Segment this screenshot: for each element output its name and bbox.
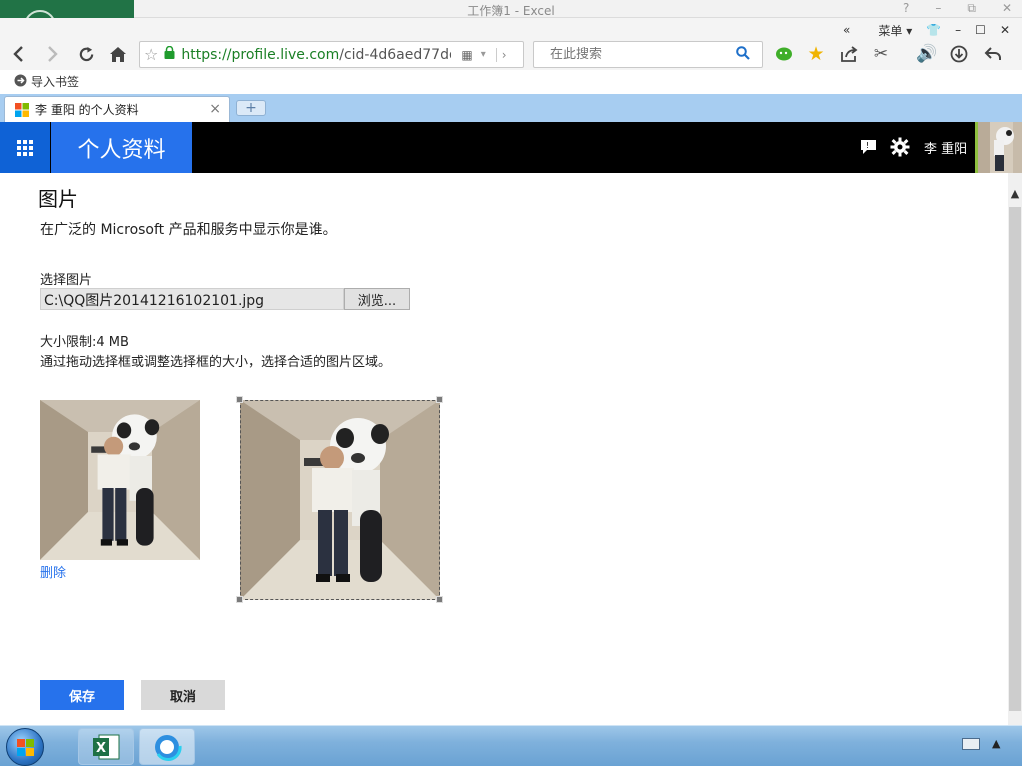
address-dropdown-icon[interactable]: ▾ xyxy=(481,49,486,60)
delete-picture-link[interactable]: 删除 xyxy=(40,562,66,581)
browser-maximize-button[interactable]: ☐ xyxy=(975,23,986,37)
undo-icon[interactable] xyxy=(982,43,1004,65)
file-path-field[interactable]: C:\QQ图片20141216102101.jpg xyxy=(40,288,344,310)
feedback-icon[interactable]: ! xyxy=(860,139,877,159)
save-button[interactable]: 保存 xyxy=(40,680,124,710)
home-icon[interactable] xyxy=(107,43,129,65)
browser-minimize-button[interactable]: – xyxy=(955,23,961,37)
crop-instruction: 通过拖动选择框或调整选择框的大小，选择合适的图片区域。 xyxy=(40,355,392,370)
browser-close-button[interactable]: ✕ xyxy=(1000,23,1010,37)
windows-taskbar: X ▲ xyxy=(0,725,1022,766)
crop-handle-top-right[interactable] xyxy=(436,396,443,403)
excel-restore-button[interactable]: ⧉ xyxy=(967,1,976,16)
volume-icon[interactable]: 🔊 xyxy=(916,43,938,65)
crop-handle-bottom-right[interactable] xyxy=(436,596,443,603)
brand-title[interactable]: 个人资料 xyxy=(51,122,192,173)
back-icon[interactable] xyxy=(8,43,30,65)
start-button[interactable] xyxy=(6,728,44,766)
crop-selection-frame[interactable] xyxy=(240,400,440,600)
excel-help-button[interactable]: ? xyxy=(903,1,909,16)
favorites-icon[interactable]: ★ xyxy=(805,43,827,65)
download-icon[interactable] xyxy=(948,43,970,65)
excel-window-controls: ? – ⧉ ✕ xyxy=(903,1,1012,16)
microsoft-logo-icon xyxy=(15,102,29,117)
lock-icon xyxy=(164,45,175,63)
address-bar[interactable]: ☆ https://profile.live.com/cid-4d6aed77d… xyxy=(139,41,524,68)
excel-minimize-button[interactable]: – xyxy=(935,1,941,16)
excel-window-title: 工作簿1 - Excel xyxy=(467,4,555,18)
excel-close-button[interactable]: ✕ xyxy=(1002,1,1012,16)
taskbar-excel[interactable]: X xyxy=(78,728,134,765)
browse-button[interactable]: 浏览... xyxy=(344,288,410,310)
refresh-icon[interactable] xyxy=(75,43,97,65)
import-bookmarks-link[interactable]: 导入书签 xyxy=(14,73,79,90)
qr-icon[interactable]: ▦ xyxy=(461,48,472,62)
wechat-icon[interactable] xyxy=(773,43,795,65)
svg-text:X: X xyxy=(96,741,106,756)
collapse-icon[interactable]: « xyxy=(843,23,850,37)
tab-title: 李 重阳 的个人资料 xyxy=(35,103,139,117)
search-icon[interactable] xyxy=(736,45,750,64)
keyboard-icon[interactable] xyxy=(962,738,980,750)
page-subtitle: 在广泛的 Microsoft 产品和服务中显示你是谁。 xyxy=(40,222,337,238)
size-limit-text: 大小限制:4 MB xyxy=(40,335,129,350)
tab-profile[interactable]: 李 重阳 的个人资料 × xyxy=(4,96,230,122)
new-tab-button[interactable]: + xyxy=(236,100,266,116)
share-icon[interactable] xyxy=(838,43,860,65)
page-title: 图片 xyxy=(38,187,78,211)
excel-title-bar: 工作簿1 - Excel ? – ⧉ ✕ xyxy=(0,0,1022,18)
svg-text:!: ! xyxy=(866,141,869,150)
star-icon[interactable]: ☆ xyxy=(144,45,158,64)
tab-bar: 李 重阳 的个人资料 × + xyxy=(0,94,1022,122)
browser-menu-strip: « 菜单 ▾ 👕 – ☐ ✕ xyxy=(829,20,1022,40)
address-go-icon[interactable]: › xyxy=(495,47,507,62)
picture-preview xyxy=(40,400,200,560)
page-scrollbar[interactable]: ▲ xyxy=(1008,173,1022,725)
waffle-icon[interactable] xyxy=(0,122,50,173)
scroll-up-arrow[interactable]: ▲ xyxy=(1008,185,1022,201)
crop-handle-bottom-left[interactable] xyxy=(236,596,243,603)
avatar[interactable] xyxy=(975,122,1022,173)
profile-picture-panel: 图片 在广泛的 Microsoft 产品和服务中显示你是谁。 选择图片 C:\Q… xyxy=(0,173,1008,717)
gear-icon[interactable] xyxy=(890,137,910,161)
search-bar[interactable] xyxy=(533,41,763,68)
taskbar-browser[interactable] xyxy=(139,728,195,765)
cancel-button[interactable]: 取消 xyxy=(141,680,225,710)
forward-icon[interactable] xyxy=(41,43,63,65)
tray-expand-icon[interactable]: ▲ xyxy=(992,737,1000,750)
import-icon xyxy=(14,74,27,90)
tab-close-button[interactable]: × xyxy=(209,101,221,117)
crop-handle-top-left[interactable] xyxy=(236,396,243,403)
url-text[interactable]: https://profile.live.com/cid-4d6aed77dd xyxy=(181,47,451,63)
skin-icon[interactable]: 👕 xyxy=(926,23,941,37)
user-name[interactable]: 李 重阳 xyxy=(924,138,967,157)
scroll-thumb[interactable] xyxy=(1009,207,1021,711)
menu-button[interactable]: 菜单 ▾ xyxy=(864,22,912,39)
site-header: 个人资料 ! 李 重阳 xyxy=(0,122,1022,173)
scissors-icon[interactable]: ✂ xyxy=(870,43,892,65)
search-input[interactable] xyxy=(550,47,730,62)
choose-picture-label: 选择图片 xyxy=(40,273,93,288)
